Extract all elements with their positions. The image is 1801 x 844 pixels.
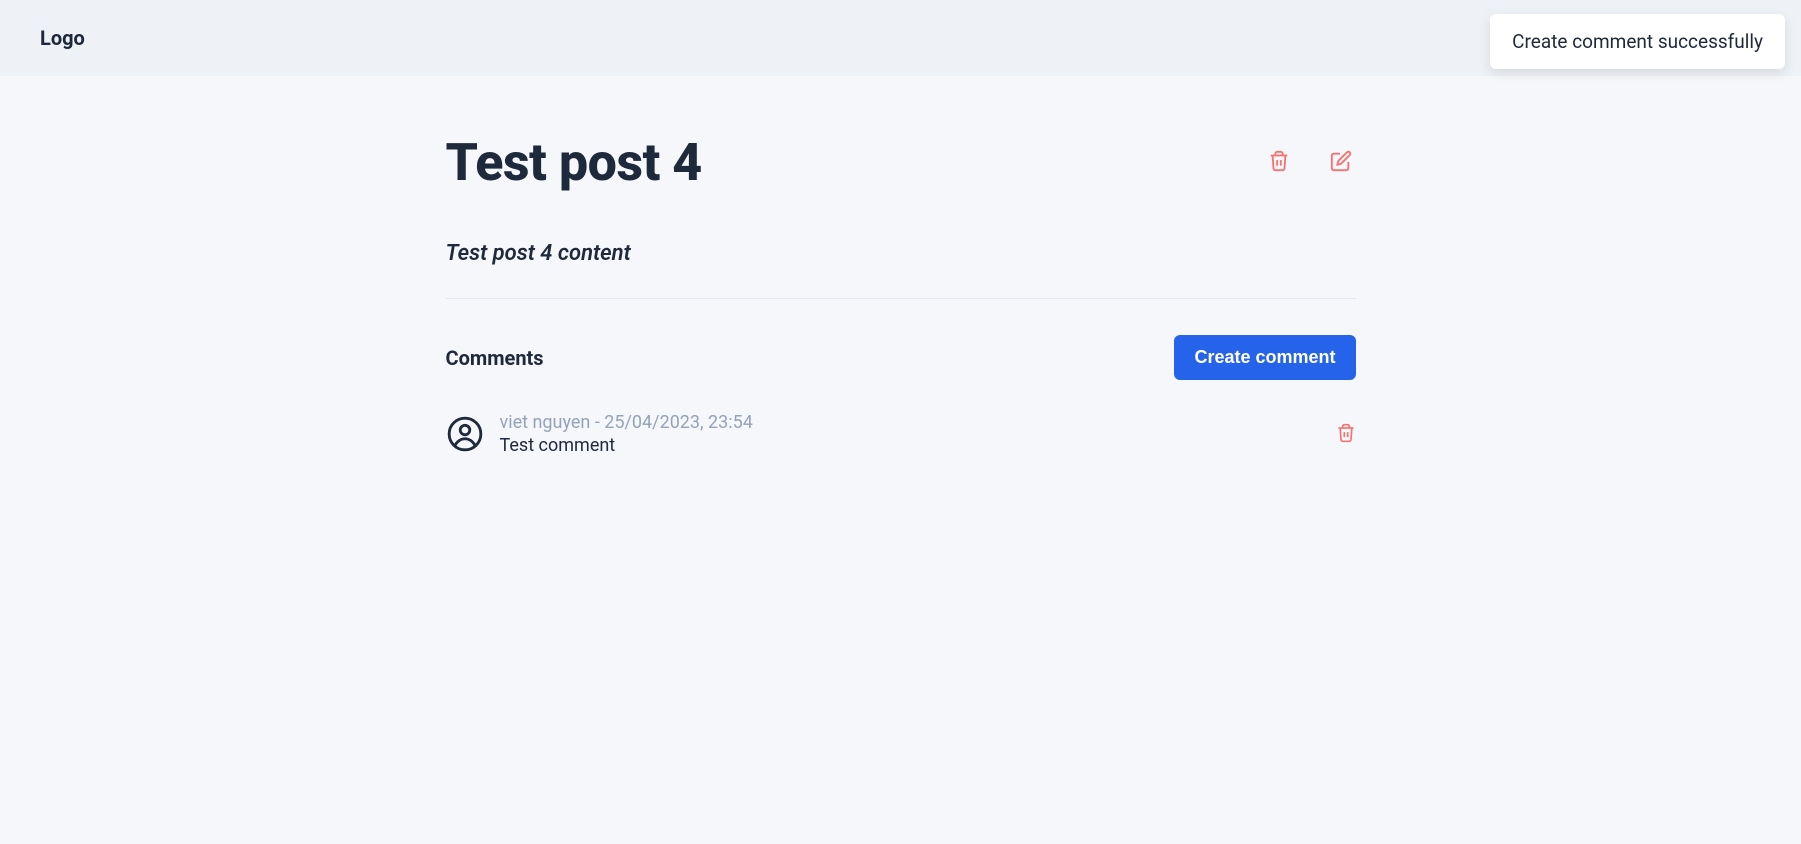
post-actions [1264,146,1356,179]
comment-body: viet nguyen - 25/04/2023, 23:54 Test com… [500,412,1320,456]
comments-heading: Comments [446,346,544,370]
edit-icon [1330,160,1352,175]
comment-item: viet nguyen - 25/04/2023, 23:54 Test com… [446,412,1356,456]
app-header: Logo Posts Add post Create comment succe… [0,0,1801,76]
main-content: Test post 4 [446,76,1356,496]
post-content: Test post 4 content [446,241,1356,266]
comment-meta: viet nguyen - 25/04/2023, 23:54 [500,412,1320,433]
post-title: Test post 4 [446,132,702,193]
delete-comment-button[interactable] [1336,423,1356,446]
trash-icon [1336,431,1356,446]
post-header: Test post 4 [446,132,1356,193]
divider [446,298,1356,299]
edit-post-button[interactable] [1326,146,1356,179]
create-comment-button[interactable]: Create comment [1174,335,1355,380]
delete-post-button[interactable] [1264,146,1294,179]
logo[interactable]: Logo [40,26,85,50]
trash-icon [1268,160,1290,175]
comment-text: Test comment [500,435,1320,456]
user-circle-icon [446,415,484,453]
comments-header: Comments Create comment [446,335,1356,380]
comment-list: viet nguyen - 25/04/2023, 23:54 Test com… [446,412,1356,456]
toast-notification: Create comment successfully [1490,14,1785,69]
toast-message: Create comment successfully [1512,30,1763,53]
